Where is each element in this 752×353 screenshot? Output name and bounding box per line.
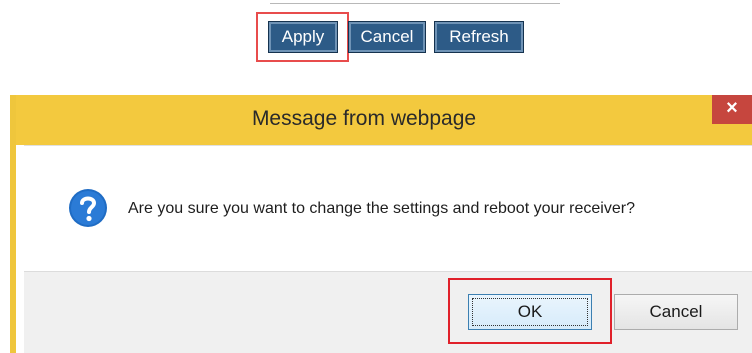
dialog-titlebar: Message from webpage × — [16, 95, 752, 145]
dialog-cancel-button[interactable]: Cancel — [614, 294, 738, 330]
dialog-message: Are you sure you want to change the sett… — [128, 200, 635, 217]
ok-button[interactable]: OK — [468, 294, 592, 330]
form-divider — [270, 0, 560, 4]
focus-ring — [472, 298, 588, 326]
close-icon[interactable]: × — [712, 95, 752, 124]
question-icon — [69, 189, 107, 227]
dialog-title: Message from webpage — [251, 107, 477, 130]
cancel-button-label: Cancel — [649, 302, 703, 321]
page: Apply Cancel Refresh Message from webpag… — [0, 0, 752, 353]
message-dialog: Message from webpage × Are you sure you … — [10, 95, 752, 353]
refresh-button[interactable]: Refresh — [434, 21, 524, 53]
apply-button[interactable]: Apply — [268, 21, 338, 53]
form-cancel-button[interactable]: Cancel — [348, 21, 426, 53]
dialog-footer: OK Cancel — [24, 271, 752, 353]
dialog-content: Are you sure you want to change the sett… — [24, 145, 752, 272]
